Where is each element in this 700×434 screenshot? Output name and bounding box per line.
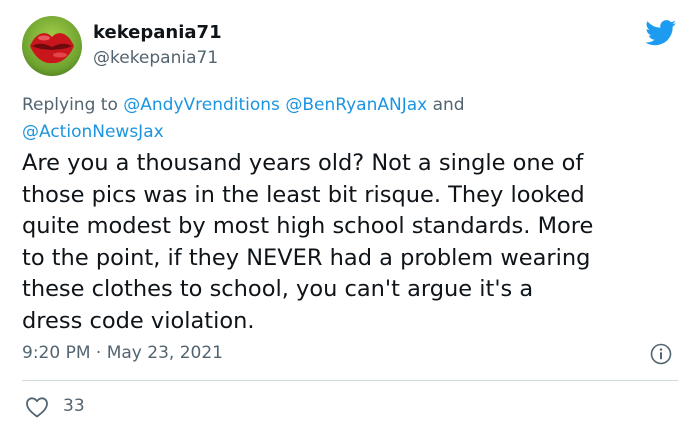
replying-prefix: Replying to [22,95,118,115]
avatar[interactable] [22,16,82,76]
replying-to: Replying to @AndyVrenditions @BenRyanANJ… [22,92,662,146]
tweet-text: Are you a thousand years old? Not a sing… [22,148,690,337]
like-count: 33 [63,396,85,416]
divider [22,380,678,381]
red-lips-avatar-image [22,16,82,76]
mention-actionnewsjax[interactable]: @ActionNewsJax [22,122,164,142]
tweet-line: to the point, if they NEVER had a proble… [22,244,591,271]
tweet-line: quite modest by most high school standar… [22,213,594,239]
twitter-bird-icon[interactable] [645,20,677,46]
mention-andyvrenditions[interactable]: @AndyVrenditions [123,95,280,115]
mention-benryananjax[interactable]: @BenRyanANJax [285,95,427,115]
tweet-timestamp[interactable]: 9:20 PM · May 23, 2021 [22,343,223,363]
display-name[interactable]: kekepania71 [93,22,222,43]
tweet-line: Are you a thousand years old? Not a sing… [22,150,584,176]
tweet-line: these clothes to school, you can't argue… [22,276,534,302]
tweet-line: dress code violation. [22,307,255,334]
replying-conjunction: and [432,95,465,115]
info-icon[interactable] [650,343,672,365]
heart-icon[interactable] [25,396,49,418]
tweet-line: those pics was in the least bit risque. … [22,181,585,208]
user-handle[interactable]: @kekepania71 [93,48,218,68]
